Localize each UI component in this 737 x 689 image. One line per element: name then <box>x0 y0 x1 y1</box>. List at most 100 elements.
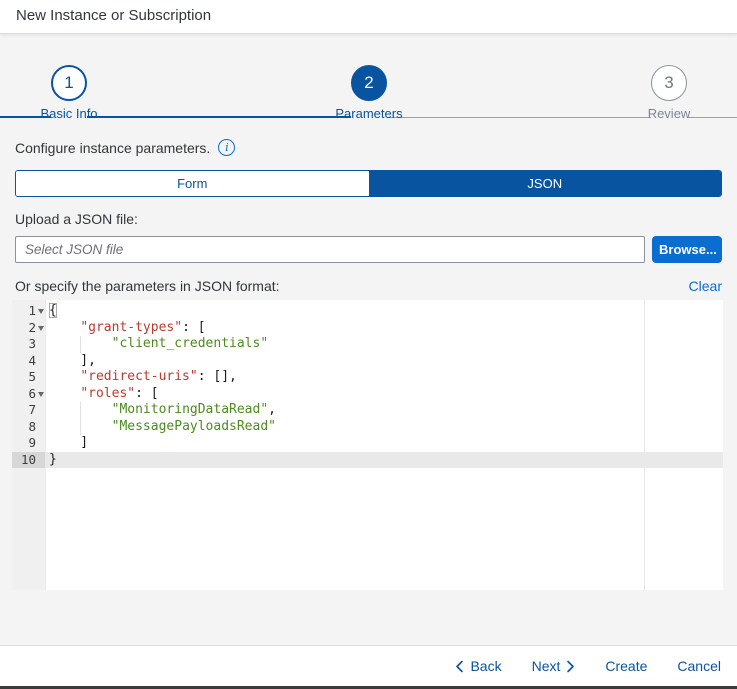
chevron-left-icon <box>455 660 464 673</box>
indent-guide <box>80 336 81 353</box>
token-plain: : [], <box>198 369 237 384</box>
code-text: ] <box>45 435 723 452</box>
editor-line-9[interactable]: 9 ] <box>12 435 723 452</box>
json-file-input[interactable] <box>15 236 645 263</box>
step-label-parameters: Parameters <box>299 106 439 121</box>
stepper-step-parameters[interactable]: 2 <box>351 65 387 101</box>
editor-line-4[interactable]: 4 ], <box>12 353 723 370</box>
fold-spacer <box>36 336 45 353</box>
info-icon[interactable]: i <box>218 139 235 156</box>
line-number: 5 <box>12 369 36 386</box>
dialog-titlebar: New Instance or Subscription <box>0 0 737 34</box>
upload-label: Upload a JSON file: <box>15 211 138 227</box>
line-number: 9 <box>12 435 36 452</box>
fold-spacer <box>36 402 45 419</box>
code-text: { <box>45 303 723 320</box>
next-button[interactable]: Next <box>530 654 578 678</box>
editor-gutter-cell: 10 <box>12 452 45 469</box>
fold-icon[interactable] <box>36 386 45 403</box>
chevron-right-icon <box>566 660 575 673</box>
line-number: 1 <box>12 303 36 320</box>
dialog-footer: Back Next Create Cancel <box>0 645 737 686</box>
editor-line-2[interactable]: 2 "grant-types": [ <box>12 320 723 337</box>
editor-gutter-cell: 4 <box>12 353 45 370</box>
button-label: Cancel <box>677 658 721 674</box>
new-instance-dialog: New Instance or Subscription 1Basic Info… <box>0 0 737 689</box>
fold-spacer <box>36 435 45 452</box>
fold-triangle <box>38 392 44 397</box>
line-number: 4 <box>12 353 36 370</box>
code-text: "redirect-uris": [], <box>45 369 723 386</box>
stepper-step-basic-info[interactable]: 1 <box>51 65 87 101</box>
token-string: "client_credentials" <box>112 336 269 351</box>
line-number: 3 <box>12 336 36 353</box>
token-string: "MonitoringDataRead" <box>112 402 269 417</box>
section-heading: Configure instance parameters. <box>15 140 210 156</box>
editor-gutter-cell: 9 <box>12 435 45 452</box>
token-plain: ], <box>49 353 96 368</box>
editor-gutter-cell: 3 <box>12 336 45 353</box>
token-plain: : [ <box>182 320 205 335</box>
editor-line-8[interactable]: 8 "MessagePayloadsRead" <box>12 419 723 436</box>
editor-gutter-cell: 8 <box>12 419 45 436</box>
token-plain: , <box>268 402 276 417</box>
dialog-title: New Instance or Subscription <box>16 7 211 24</box>
line-number: 2 <box>12 320 36 337</box>
cancel-button[interactable]: Cancel <box>675 654 723 678</box>
editor-line-3[interactable]: 3 "client_credentials" <box>12 336 723 353</box>
editor-gutter-cell: 6 <box>12 386 45 403</box>
code-text: "MonitoringDataRead", <box>45 402 723 419</box>
line-number: 7 <box>12 402 36 419</box>
editor-line-6[interactable]: 6 "roles": [ <box>12 386 723 403</box>
button-label: Next <box>532 658 561 674</box>
editor-gutter-cell: 5 <box>12 369 45 386</box>
tab-form[interactable]: Form <box>16 171 369 196</box>
fold-spacer <box>36 369 45 386</box>
fold-icon[interactable] <box>36 303 45 320</box>
token-match: { <box>49 303 57 318</box>
create-button[interactable]: Create <box>603 654 649 678</box>
clear-button[interactable]: Clear <box>689 278 722 294</box>
token-plain: ] <box>49 435 88 450</box>
editor-gutter-cell: 1 <box>12 303 45 320</box>
fold-spacer <box>36 419 45 436</box>
token-key: "redirect-uris" <box>80 369 197 384</box>
step-label-review: Review <box>599 106 737 121</box>
token-key: "roles" <box>80 386 135 401</box>
token-string: "MessagePayloadsRead" <box>112 419 276 434</box>
button-label: Create <box>605 658 647 674</box>
editor-line-10[interactable]: 10} <box>12 452 723 469</box>
tab-json[interactable]: JSON <box>369 171 722 196</box>
editor-gutter-cell: 2 <box>12 320 45 337</box>
code-text: "client_credentials" <box>45 336 723 353</box>
json-editor[interactable]: 1{2 "grant-types": [3 "client_credential… <box>12 300 723 590</box>
stepper-step-review[interactable]: 3 <box>651 65 687 101</box>
token-plain <box>49 386 80 401</box>
editor-line-7[interactable]: 7 "MonitoringDataRead", <box>12 402 723 419</box>
step-number: 2 <box>364 73 373 93</box>
editor-line-5[interactable]: 5 "redirect-uris": [], <box>12 369 723 386</box>
back-button[interactable]: Back <box>453 654 503 678</box>
editor-gutter-cell: 7 <box>12 402 45 419</box>
code-text: "grant-types": [ <box>45 320 723 337</box>
token-plain <box>49 369 80 384</box>
fold-spacer <box>36 353 45 370</box>
browse-button[interactable]: Browse... <box>652 236 722 263</box>
token-key: "grant-types" <box>80 320 182 335</box>
json-format-label: Or specify the parameters in JSON format… <box>15 278 280 294</box>
token-plain: : [ <box>135 386 158 401</box>
fold-triangle <box>38 309 44 314</box>
step-number: 1 <box>64 73 73 93</box>
button-label: Back <box>470 658 501 674</box>
line-number: 10 <box>12 452 36 469</box>
indent-guide <box>80 419 81 436</box>
token-plain <box>49 320 80 335</box>
fold-icon[interactable] <box>36 320 45 337</box>
line-number: 6 <box>12 386 36 403</box>
token-plain: } <box>49 452 57 467</box>
editor-line-1[interactable]: 1{ <box>12 303 723 320</box>
fold-triangle <box>38 326 44 331</box>
form-json-toggle: Form JSON <box>15 170 722 197</box>
wizard-progress-navigator: 1Basic Info2Parameters3Review <box>0 34 737 130</box>
code-text: } <box>45 452 723 469</box>
